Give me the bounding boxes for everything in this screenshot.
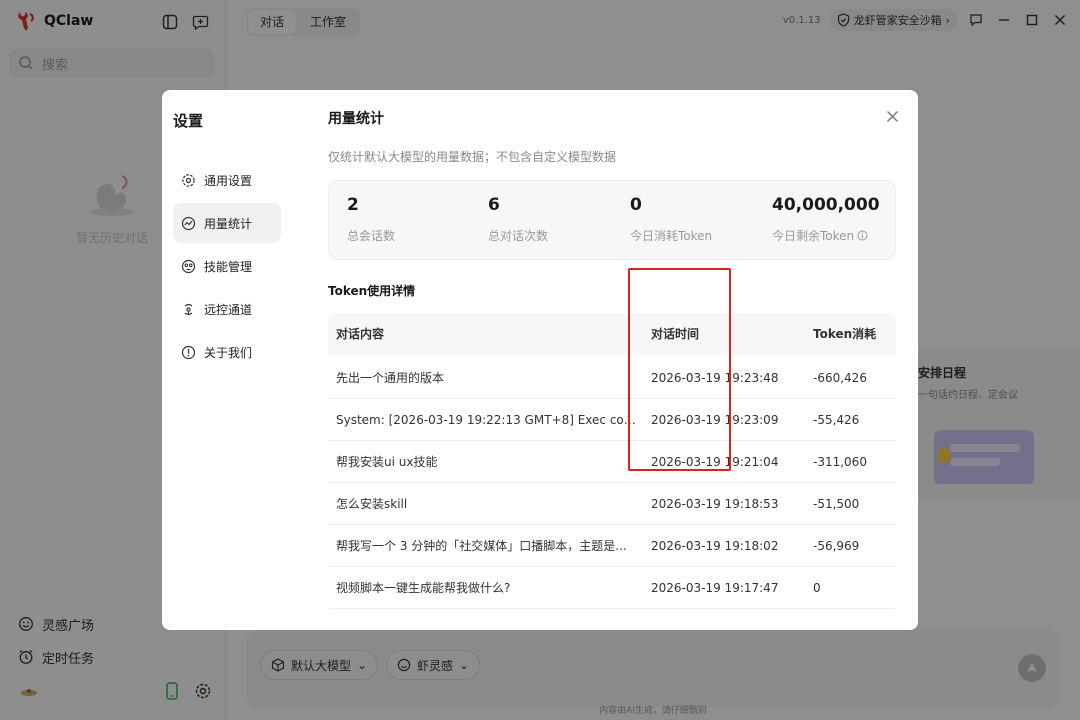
token-detail-title: Token使用详情 — [328, 284, 416, 298]
stat-label: 今日剩余Token — [772, 229, 855, 243]
stat-today-consumed: 0 今日消耗Token — [630, 195, 712, 244]
stat-label: 总对话次数 — [488, 229, 549, 243]
table-row[interactable]: 帮我写一个 3 分钟的「社交媒体」口播脚本，主题是... 2026-03-19 … — [328, 525, 896, 567]
stat-value: 40,000,000 — [772, 195, 880, 215]
row-tokens: -51,500 — [813, 497, 860, 511]
row-time: 2026-03-19 19:18:53 — [651, 497, 779, 511]
table-row[interactable]: 视频脚本一键生成能帮我做什么? 2026-03-19 19:17:47 0 — [328, 567, 896, 609]
nav-label: 关于我们 — [204, 345, 253, 360]
usage-panel: 用量统计 仅统计默认大模型的用量数据；不包含自定义模型数据 2 总会话数 6 总… — [328, 90, 898, 630]
stat-label: 总会话数 — [347, 229, 396, 243]
stat-total-messages: 6 总对话次数 — [488, 195, 548, 244]
info-icon[interactable] — [857, 230, 868, 241]
row-time: 2026-03-19 19:17:47 — [651, 581, 779, 595]
gear-icon — [182, 173, 195, 187]
nav-label: 远控通道 — [204, 302, 253, 317]
usage-stats-card: 2 总会话数 6 总对话次数 0 今日消耗Token 40,000,000 今日… — [328, 180, 896, 260]
settings-nav: 设置 通用设置 用量统计 技能管理 远控通道 关于我们 — [162, 90, 310, 630]
stat-today-remaining: 40,000,000 今日剩余Token — [772, 195, 880, 244]
stat-value: 6 — [488, 195, 500, 215]
nav-skill-management[interactable]: 技能管理 — [173, 246, 281, 286]
settings-title: 设置 — [173, 112, 204, 130]
column-header-tokens: Token消耗 — [813, 327, 877, 341]
remote-icon — [184, 303, 193, 315]
row-content: 怎么安装skill — [336, 497, 408, 511]
table-row[interactable]: 帮我安装ui ux技能 2026-03-19 19:21:04 -311,060 — [328, 441, 896, 483]
stat-value: 0 — [630, 195, 642, 215]
column-header-content: 对话内容 — [336, 327, 385, 341]
nav-label: 用量统计 — [204, 216, 253, 231]
row-tokens: -660,426 — [813, 371, 867, 385]
nav-remote-channel[interactable]: 远控通道 — [173, 289, 281, 329]
row-content: 视频脚本一键生成能帮我做什么? — [336, 581, 511, 595]
row-content: System: [2026-03-19 19:22:13 GMT+8] Exec… — [336, 413, 638, 427]
nav-usage-stats[interactable]: 用量统计 — [173, 203, 281, 243]
settings-modal: 设置 通用设置 用量统计 技能管理 远控通道 关于我们 用量统计 仅统计默认大模… — [162, 90, 918, 630]
row-tokens: -311,060 — [813, 455, 867, 469]
token-usage-table: 对话内容 对话时间 Token消耗 先出一个通用的版本 2026-03-19 1… — [328, 313, 896, 613]
chart-icon — [181, 216, 196, 230]
table-row[interactable]: 怎么安装skill 2026-03-19 19:18:53 -51,500 — [328, 483, 896, 525]
table-header: 对话内容 对话时间 Token消耗 — [328, 313, 896, 355]
skill-icon — [181, 259, 196, 273]
table-row[interactable]: 先出一个通用的版本 2026-03-19 19:23:48 -660,426 — [328, 357, 896, 399]
row-tokens: 0 — [813, 581, 821, 595]
row-content: 先出一个通用的版本 — [336, 371, 445, 385]
token-highlight-annotation — [628, 268, 731, 471]
nav-general-settings[interactable]: 通用设置 — [173, 160, 281, 200]
nav-label: 通用设置 — [204, 173, 253, 188]
usage-title: 用量统计 — [328, 111, 384, 127]
nav-about-us[interactable]: 关于我们 — [173, 332, 281, 372]
close-icon — [886, 110, 898, 122]
info-icon — [181, 345, 196, 359]
close-modal-button[interactable] — [882, 106, 902, 126]
usage-subtitle: 仅统计默认大模型的用量数据；不包含自定义模型数据 — [328, 150, 617, 164]
row-content: 帮我安装ui ux技能 — [336, 455, 438, 469]
nav-label: 技能管理 — [204, 259, 253, 274]
row-content: 帮我写一个 3 分钟的「社交媒体」口播脚本，主题是... — [336, 539, 627, 553]
table-row[interactable]: System: [2026-03-19 19:22:13 GMT+8] Exec… — [328, 399, 896, 441]
row-tokens: -55,426 — [813, 413, 860, 427]
stat-label: 今日消耗Token — [630, 229, 713, 243]
stat-total-sessions: 2 总会话数 — [347, 195, 395, 244]
row-time: 2026-03-19 19:18:02 — [651, 539, 779, 553]
stat-value: 2 — [347, 195, 359, 215]
row-tokens: -56,969 — [813, 539, 860, 553]
